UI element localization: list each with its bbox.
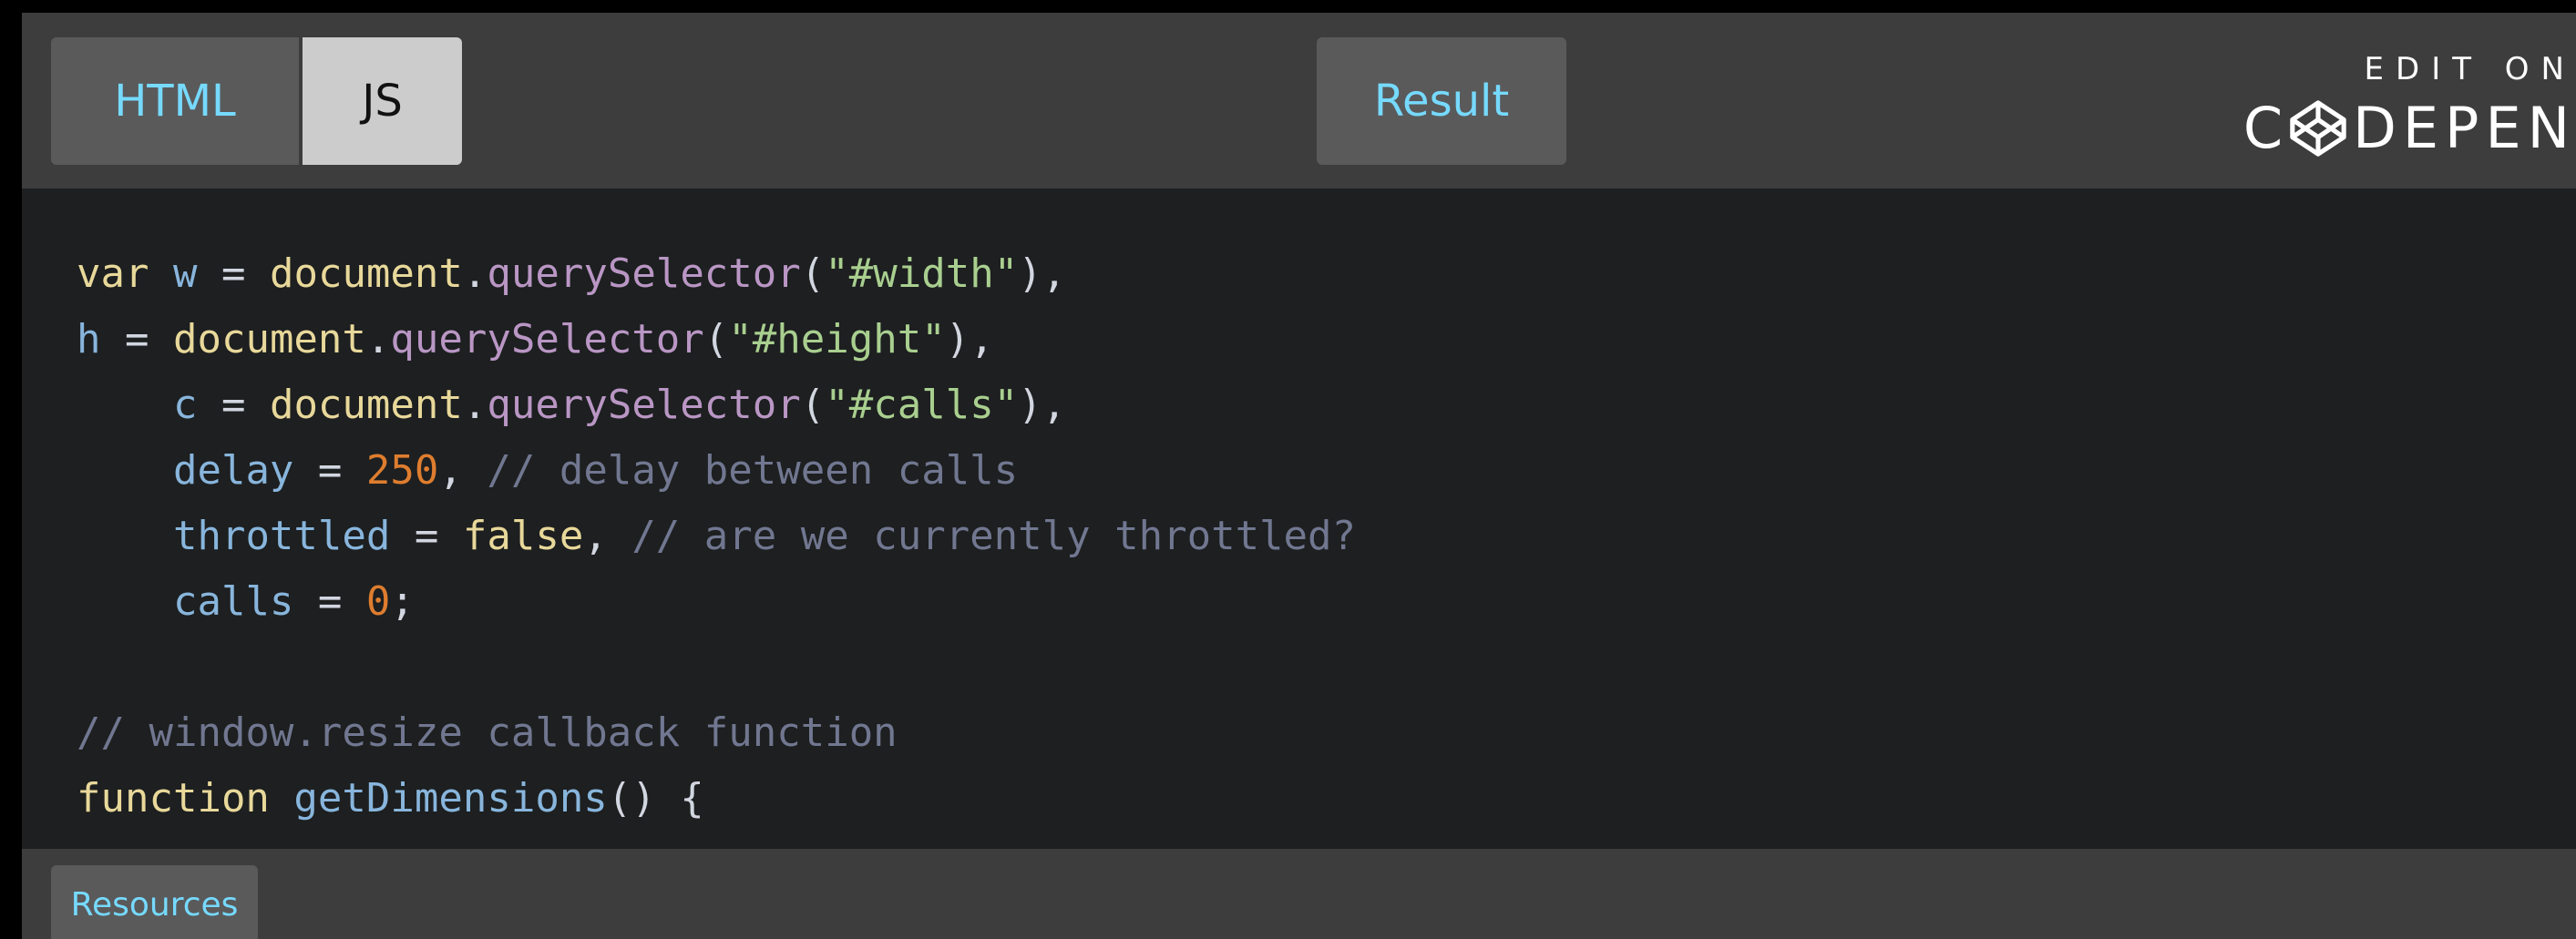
codepen-cube-icon — [2290, 100, 2346, 157]
code-token: ( — [800, 382, 826, 428]
code-token: c — [172, 382, 198, 428]
code-token: = — [293, 578, 366, 625]
edit-on-label: EDIT ON — [2364, 51, 2576, 87]
code-token: querySelector — [487, 382, 801, 428]
tab-html-label: HTML — [114, 76, 236, 127]
code-token: . — [462, 250, 487, 297]
code-token: ), — [945, 316, 994, 362]
code-token: document — [269, 250, 463, 297]
code-token: . — [462, 382, 487, 428]
resources-label: Resources — [70, 885, 239, 924]
bottom-bar: Resources — [22, 849, 2576, 939]
edit-on-codepen-link[interactable]: EDIT ON C DEPEN — [2212, 42, 2576, 169]
tab-result-label: Result — [1373, 76, 1510, 127]
code-token: "#width" — [825, 250, 1019, 297]
code-token: var — [77, 250, 149, 297]
code-token: , — [583, 513, 632, 559]
code-line: function getDimensions() { — [77, 766, 1356, 832]
code-token: // are we currently throttled? — [631, 513, 1357, 559]
code-token: w — [172, 250, 198, 297]
code-line: throttled = false, // are we currently t… — [77, 504, 1356, 569]
code-token: throttled — [172, 513, 391, 559]
code-line: var w = document.querySelector("#width")… — [77, 241, 1356, 307]
tab-html[interactable]: HTML — [51, 37, 299, 165]
code-token: querySelector — [487, 250, 801, 297]
code-token: ( — [800, 250, 826, 297]
code-token: "#calls" — [825, 382, 1019, 428]
codepen-logo-prefix: C — [2242, 95, 2290, 161]
code-token: ( — [703, 316, 729, 362]
code-token: document — [269, 382, 463, 428]
code-line: h = document.querySelector("#height"), — [77, 307, 1356, 373]
code-token: = — [197, 250, 270, 297]
code-token: document — [172, 316, 366, 362]
code-line: calls = 0; — [77, 569, 1356, 635]
code-lines: var w = document.querySelector("#width")… — [77, 241, 1356, 832]
code-token: ; — [390, 578, 415, 625]
code-line: delay = 250, // delay between calls — [77, 438, 1356, 504]
code-token: ), — [1018, 382, 1067, 428]
code-line: c = document.querySelector("#calls"), — [77, 373, 1356, 438]
top-bar: HTML JS Result EDIT ON C DEPEN — [22, 13, 2576, 189]
code-token: h — [77, 316, 101, 362]
code-token: "#height" — [728, 316, 946, 362]
code-token: // window.resize callback function — [77, 709, 898, 756]
codepen-embed: HTML JS Result EDIT ON C DEPEN var w = d… — [22, 13, 2576, 939]
code-token: = — [197, 382, 270, 428]
code-token: = — [100, 316, 173, 362]
code-line: // window.resize callback function — [77, 700, 1356, 766]
code-token: function — [77, 775, 270, 822]
resources-button[interactable]: Resources — [51, 865, 258, 939]
code-token: getDimensions — [293, 775, 608, 822]
code-token: false — [462, 513, 584, 559]
code-token: querySelector — [390, 316, 704, 362]
code-token: delay — [172, 447, 294, 494]
codepen-logo: C DEPEN — [2243, 97, 2576, 160]
code-token: = — [390, 513, 463, 559]
tab-js-label: JS — [362, 76, 403, 127]
tab-result[interactable]: Result — [1317, 37, 1566, 165]
code-token: ), — [1018, 250, 1067, 297]
code-token: // delay between calls — [487, 447, 1019, 494]
code-editor[interactable]: var w = document.querySelector("#width")… — [22, 189, 2576, 849]
code-token: 250 — [365, 447, 439, 494]
code-token: . — [365, 316, 391, 362]
codepen-logo-suffix: DEPEN — [2353, 95, 2576, 161]
code-token: = — [293, 447, 366, 494]
code-token: , — [438, 447, 487, 494]
tab-js[interactable]: JS — [303, 37, 462, 165]
code-token: calls — [172, 578, 294, 625]
code-token: () { — [607, 775, 704, 822]
code-token: 0 — [365, 578, 391, 625]
